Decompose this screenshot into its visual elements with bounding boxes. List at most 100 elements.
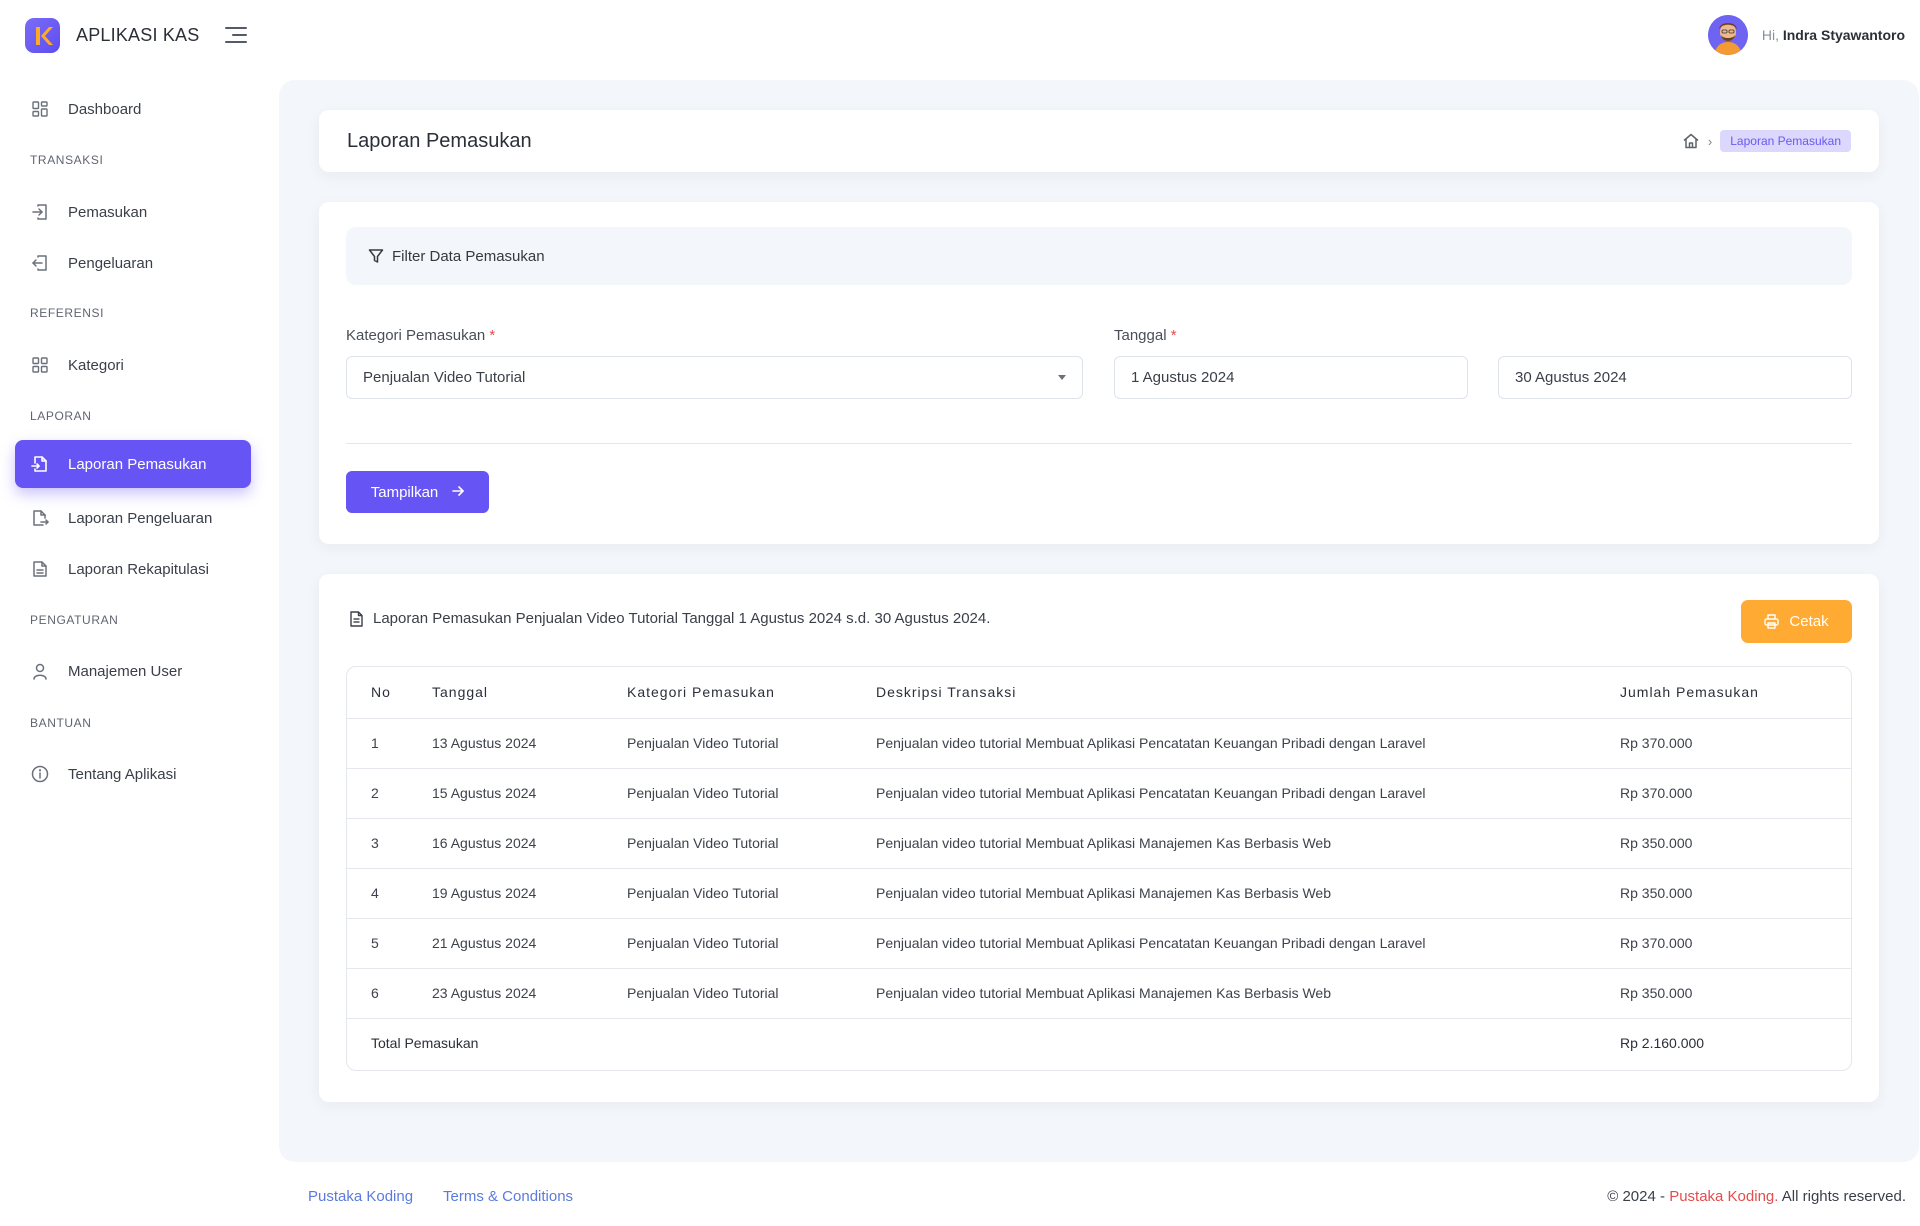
footer-link-pustaka-koding[interactable]: Pustaka Koding <box>308 1188 413 1205</box>
copyright-suffix: All rights reserved. <box>1781 1188 1906 1205</box>
cell-jumlah: Rp 350.000 <box>1620 818 1851 869</box>
cell-no: 1 <box>347 718 432 769</box>
sidebar-item-label: Pemasukan <box>68 203 148 221</box>
sidebar-item-label: Dashboard <box>68 100 142 118</box>
cell-deskripsi: Penjualan video tutorial Membuat Aplikas… <box>876 868 1620 919</box>
kategori-label: Kategori Pemasukan * <box>346 327 495 344</box>
logout-icon <box>30 253 50 273</box>
sidebar-item-label: Pengeluaran <box>68 254 154 272</box>
result-caption: Laporan Pemasukan Penjualan Video Tutori… <box>349 610 990 627</box>
cell-tanggal: 16 Agustus 2024 <box>432 818 627 869</box>
cetak-button[interactable]: Cetak <box>1741 600 1852 643</box>
breadcrumb: › Laporan Pemasukan <box>1682 130 1851 152</box>
sidebar-item-label: Laporan Rekapitulasi <box>68 560 209 578</box>
cell-tanggal: 19 Agustus 2024 <box>432 868 627 919</box>
grid-icon <box>30 355 50 375</box>
filter-card: Filter Data Pemasukan Kategori Pemasukan… <box>319 202 1879 544</box>
cell-tanggal: 23 Agustus 2024 <box>432 968 627 1019</box>
user-name: Indra Styawantoro <box>1782 27 1905 43</box>
breadcrumb-current: Laporan Pemasukan <box>1720 130 1851 152</box>
sidebar-item-laporan-rekapitulasi[interactable]: Laporan Rekapitulasi <box>15 545 251 593</box>
filter-icon <box>368 249 384 263</box>
column-header: Jumlah Pemasukan <box>1620 667 1851 719</box>
tanggal-awal-input[interactable]: 1 Agustus 2024 <box>1114 356 1468 399</box>
cell-jumlah: Rp 370.000 <box>1620 918 1851 969</box>
tampilkan-button[interactable]: Tampilkan <box>346 471 489 513</box>
info-icon <box>30 764 50 784</box>
arrow-right-icon <box>452 484 465 501</box>
section-pengaturan: PENGATURAN <box>30 613 119 627</box>
divider <box>346 443 1852 444</box>
total-label: Total Pemasukan <box>371 1035 479 1052</box>
app-logo <box>25 18 60 53</box>
cell-jumlah: Rp 350.000 <box>1620 968 1851 1019</box>
kategori-select-value: Penjualan Video Tutorial <box>363 369 526 386</box>
result-card: Laporan Pemasukan Penjualan Video Tutori… <box>319 574 1879 1102</box>
sidebar-item-pengeluaran[interactable]: Pengeluaran <box>15 239 251 287</box>
copyright-prefix: © 2024 - <box>1607 1188 1666 1205</box>
user-menu[interactable]: Hi, Indra Styawantoro <box>1707 15 1905 55</box>
cell-kategori: Penjualan Video Tutorial <box>627 818 876 869</box>
column-header: Deskripsi Transaksi <box>876 667 1620 719</box>
sidebar-item-kategori[interactable]: Kategori <box>15 341 251 389</box>
sidebar-item-label: Laporan Pengeluaran <box>68 509 213 527</box>
user-greeting: Hi, Indra Styawantoro <box>1762 27 1905 43</box>
cell-jumlah: Rp 350.000 <box>1620 868 1851 919</box>
section-bantuan: BANTUAN <box>30 716 92 730</box>
sidebar-item-label: Tentang Aplikasi <box>68 765 177 783</box>
cell-kategori: Penjualan Video Tutorial <box>627 918 876 969</box>
table-row: 6 23 Agustus 2024 Penjualan Video Tutori… <box>347 968 1851 1019</box>
sidebar-item-tentang-aplikasi[interactable]: Tentang Aplikasi <box>15 750 251 798</box>
sidebar-item-label: Laporan Pemasukan <box>68 455 207 473</box>
report-table: No Tanggal Kategori Pemasukan Deskripsi … <box>346 666 1852 1071</box>
table-row: 1 13 Agustus 2024 Penjualan Video Tutori… <box>347 718 1851 769</box>
tanggal-label-text: Tanggal <box>1114 327 1167 344</box>
tampilkan-label: Tampilkan <box>370 483 439 501</box>
total-value: Rp 2.160.000 <box>1620 1035 1705 1052</box>
required-mark: * <box>1170 327 1177 344</box>
sidebar-item-dashboard[interactable]: Dashboard <box>15 85 251 133</box>
caret-down-icon <box>1058 375 1066 380</box>
sidebar-item-laporan-pemasukan[interactable]: Laporan Pemasukan <box>15 440 251 488</box>
file-export-icon <box>30 508 50 528</box>
cell-no: 2 <box>347 768 432 819</box>
file-text-icon <box>30 559 50 579</box>
copyright: © 2024 - Pustaka Koding. All rights rese… <box>1607 1188 1906 1205</box>
cell-deskripsi: Penjualan video tutorial Membuat Aplikas… <box>876 818 1620 869</box>
sidebar-item-pemasukan[interactable]: Pemasukan <box>15 188 251 236</box>
sidebar-item-label: Manajemen User <box>68 662 183 680</box>
kategori-select[interactable]: Penjualan Video Tutorial <box>346 356 1083 399</box>
avatar <box>1707 15 1748 55</box>
copyright-brand-link[interactable]: Pustaka Koding. <box>1669 1188 1778 1205</box>
sidebar-item-manajemen-user[interactable]: Manajemen User <box>15 647 251 695</box>
user-icon <box>30 661 50 681</box>
cell-kategori: Penjualan Video Tutorial <box>627 968 876 1019</box>
menu-toggle-icon[interactable] <box>225 26 247 44</box>
file-import-icon <box>30 454 50 474</box>
column-header: Kategori Pemasukan <box>627 667 876 719</box>
section-referensi: REFERENSI <box>30 306 105 320</box>
cell-no: 3 <box>347 818 432 869</box>
table-row: 3 16 Agustus 2024 Penjualan Video Tutori… <box>347 818 1851 869</box>
tanggal-akhir-value: 30 Agustus 2024 <box>1515 369 1627 386</box>
home-icon[interactable] <box>1682 132 1700 150</box>
cell-jumlah: Rp 370.000 <box>1620 718 1851 769</box>
sidebar-item-label: Kategori <box>68 356 124 374</box>
grid-icon <box>30 99 50 119</box>
tanggal-akhir-input[interactable]: 30 Agustus 2024 <box>1498 356 1852 399</box>
column-header: No <box>347 667 432 719</box>
cell-tanggal: 13 Agustus 2024 <box>432 718 627 769</box>
app-brand[interactable]: APLIKASI KAS <box>25 18 199 53</box>
table-row: 4 19 Agustus 2024 Penjualan Video Tutori… <box>347 868 1851 919</box>
kategori-label-text: Kategori Pemasukan <box>346 327 486 344</box>
filter-heading: Filter Data Pemasukan <box>346 227 1852 285</box>
footer-link-terms[interactable]: Terms & Conditions <box>443 1188 573 1205</box>
cetak-label: Cetak <box>1789 613 1829 630</box>
table-row: 2 15 Agustus 2024 Penjualan Video Tutori… <box>347 768 1851 819</box>
sidebar-item-laporan-pengeluaran[interactable]: Laporan Pengeluaran <box>15 494 251 542</box>
cell-no: 5 <box>347 918 432 969</box>
cell-tanggal: 15 Agustus 2024 <box>432 768 627 819</box>
cell-kategori: Penjualan Video Tutorial <box>627 768 876 819</box>
cell-deskripsi: Penjualan video tutorial Membuat Aplikas… <box>876 968 1620 1019</box>
tanggal-awal-value: 1 Agustus 2024 <box>1131 369 1235 386</box>
